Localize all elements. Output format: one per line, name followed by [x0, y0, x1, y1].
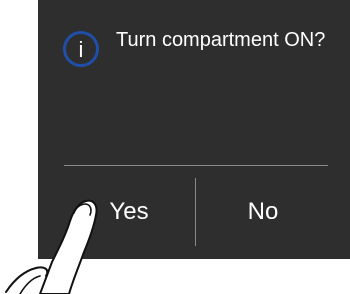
screen: i Turn compartment ON? Yes No: [0, 0, 350, 294]
confirmation-dialog: i Turn compartment ON? Yes No: [38, 0, 350, 259]
vertical-divider: [195, 178, 196, 246]
horizontal-divider: [64, 165, 328, 166]
no-button[interactable]: No: [198, 180, 328, 244]
svg-text:i: i: [79, 37, 84, 62]
yes-button[interactable]: Yes: [64, 180, 194, 244]
info-icon: i: [62, 30, 100, 68]
dialog-message: Turn compartment ON?: [116, 29, 326, 51]
